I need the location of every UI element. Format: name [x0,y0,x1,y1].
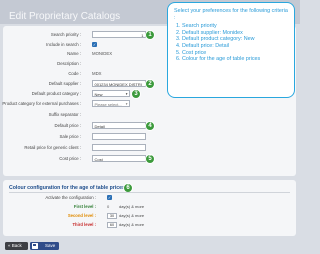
name-value: MONIDEX [92,51,113,56]
external-category-label: Product category for external purchases … [2,101,81,106]
first-level-value: 0 [107,204,110,209]
badge-4: 4 [145,120,155,131]
external-category-select[interactable]: Please select... ▾ [92,100,130,107]
badge-2: 2 [145,78,155,89]
second-level-unit: day(s) & more [119,213,145,218]
callout-intro: Select your preferences for the followin… [174,8,288,21]
retail-price-row: Retail price for generic client : [3,144,296,152]
cost-price-row: Cost price : Cost 5 [3,153,296,164]
suffix-separator-row: Suffix separator : [3,111,296,119]
include-in-search-label: Include in search : [46,42,81,47]
callout-item: Cost price [182,50,288,57]
description-label: Description : [57,61,81,66]
third-level-label: Third level : [72,222,96,227]
default-price-row: Default price : Detail 4 [3,120,296,131]
badge-6: 6 [123,182,133,193]
callout-item: Search priority [182,23,288,30]
callout-item: Default supplier: Monidex [182,30,288,37]
retail-price-input[interactable] [92,144,146,151]
divider [9,192,290,193]
default-price-label: Default price : [54,123,81,128]
external-category-row: Product category for external purchases … [2,100,296,108]
third-level-input[interactable]: 60 [107,221,117,228]
chevron-down-icon: ▾ [125,101,128,106]
code-label: Code : [68,71,81,76]
default-product-category-label: Default product category : [31,91,81,96]
back-button-label: Back [11,243,22,248]
save-button[interactable]: Save [30,242,59,250]
first-level-label: First level : [73,204,96,209]
external-category-placeholder: Please select... [94,102,122,107]
name-label: Name : [67,51,81,56]
colour-config-title: Colour configuration for the age of tabl… [9,185,125,191]
back-arrow-icon: « [8,243,11,248]
suffix-separator-label: Suffix separator : [48,112,81,117]
cost-price-label: Cost price : [59,156,81,161]
second-level-input[interactable]: 30 [107,212,117,219]
first-level-unit: day(s) & more [119,204,145,209]
badge-1: 1 [145,29,155,40]
badge-5: 5 [145,153,155,164]
sale-price-input[interactable] [92,133,146,140]
default-price-input[interactable]: Detail [92,122,146,129]
third-level-unit: day(s) & more [119,222,145,227]
colour-config-panel: Colour configuration for the age of tabl… [3,180,296,236]
chevron-down-icon: ▾ [125,91,128,96]
activate-config-checkbox[interactable]: ✓ [107,194,112,200]
back-button[interactable]: « Back [5,242,28,250]
callout-item: Default price: Detail [182,43,288,50]
callout-list: Search priority Default supplier: Monide… [174,23,288,63]
code-value: MDX [92,71,102,76]
retail-price-label: Retail price for generic client : [24,145,81,150]
page-title: Edit Proprietary Catalogs [9,11,121,22]
save-button-label: Save [45,243,56,248]
second-level-label: Second level : [67,213,96,218]
callout-item: Default product category: New [182,36,288,43]
search-priority-input[interactable]: 1 [92,31,146,38]
default-supplier-input[interactable]: 001234 MONIDEX DISTRI [92,80,146,87]
sale-price-label: Sale price : [59,134,82,139]
badge-3: 3 [131,88,141,99]
default-supplier-label: Default supplier : [48,81,81,86]
floppy-disk-icon [32,243,38,249]
cost-price-input[interactable]: Cost [92,155,146,162]
default-product-category-value: New [94,92,103,97]
sale-price-row: Sale price : [3,133,296,141]
search-priority-label: Search priority : [50,32,81,37]
default-product-category-select[interactable]: New ▾ [92,90,130,97]
instructions-callout: Select your preferences for the followin… [167,2,295,98]
activate-config-label: Activate the configuration : [45,195,96,200]
callout-item: Colour for the age of table prices [182,56,288,63]
include-in-search-checkbox[interactable]: ✓ [92,41,97,47]
